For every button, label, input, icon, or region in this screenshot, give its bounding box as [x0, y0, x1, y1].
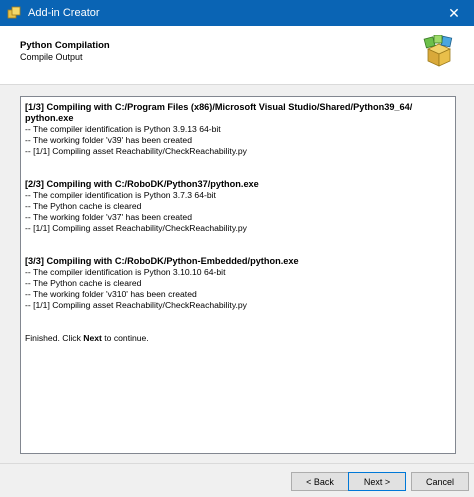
- log-line: -- [1/1] Compiling asset Reachability/Ch…: [25, 223, 247, 233]
- log-line: -- [1/1] Compiling asset Reachability/Ch…: [25, 146, 247, 156]
- content-area: [1/3] Compiling with C:/Program Files (x…: [0, 85, 474, 463]
- log-step-title-continued: python.exe: [25, 113, 74, 123]
- log-step-title: [1/3] Compiling with C:/Program Files (x…: [25, 102, 413, 112]
- next-keyword: Next: [83, 333, 102, 343]
- package-icon: [423, 35, 453, 67]
- log-line: -- The Python cache is cleared: [25, 201, 142, 211]
- next-button[interactable]: Next >: [348, 472, 406, 491]
- button-bar: < Back Next > Cancel: [0, 464, 474, 497]
- log-line: -- The compiler identification is Python…: [25, 190, 216, 200]
- compile-output-log[interactable]: [1/3] Compiling with C:/Program Files (x…: [20, 96, 456, 454]
- log-line: -- The working folder 'v37' has been cre…: [25, 212, 192, 222]
- title-bar: Add-in Creator ✕: [0, 0, 474, 26]
- log-line: -- The working folder 'v310' has been cr…: [25, 289, 197, 299]
- log-line: -- The compiler identification is Python…: [25, 124, 221, 134]
- wizard-header: Python Compilation Compile Output: [0, 26, 474, 84]
- page-title: Python Compilation: [20, 40, 110, 51]
- back-button[interactable]: < Back: [291, 472, 349, 491]
- log-line: -- The working folder 'v39' has been cre…: [25, 135, 192, 145]
- log-step-title: [3/3] Compiling with C:/RoboDK/Python-Em…: [25, 256, 299, 266]
- log-line: -- The Python cache is cleared: [25, 278, 142, 288]
- page-subtitle: Compile Output: [20, 52, 83, 62]
- window-title: Add-in Creator: [28, 7, 100, 19]
- cancel-button[interactable]: Cancel: [411, 472, 469, 491]
- finished-message: Finished. Click Next to continue.: [25, 333, 149, 343]
- add-in-icon: [7, 6, 21, 19]
- log-step-title: [2/3] Compiling with C:/RoboDK/Python37/…: [25, 179, 259, 189]
- close-button[interactable]: ✕: [434, 0, 474, 26]
- log-line: -- [1/1] Compiling asset Reachability/Ch…: [25, 300, 247, 310]
- log-line: -- The compiler identification is Python…: [25, 267, 226, 277]
